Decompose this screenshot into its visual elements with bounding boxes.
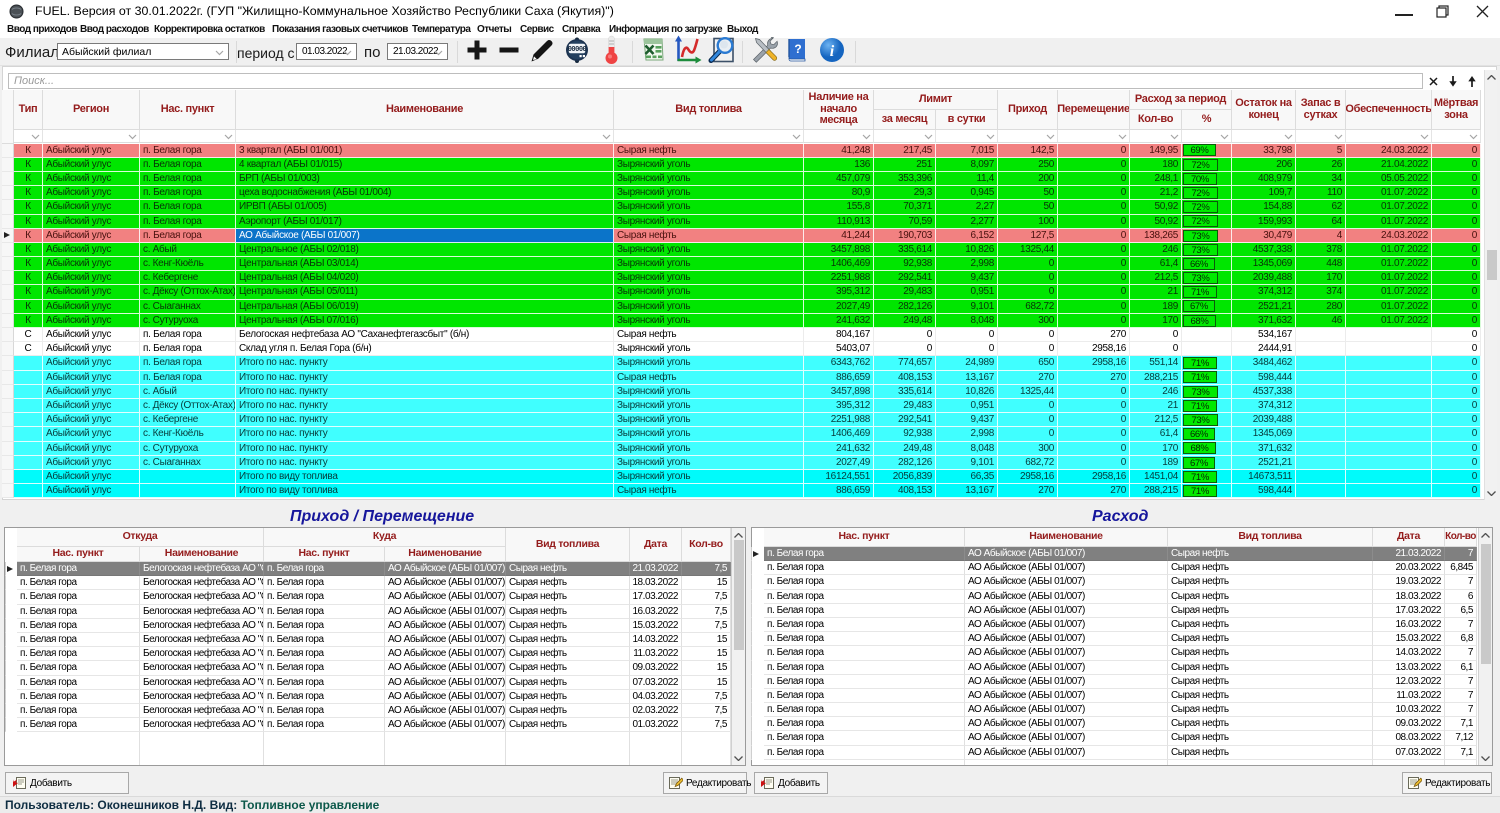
svg-text:00000: 00000	[568, 46, 587, 54]
svg-text:i: i	[830, 43, 835, 60]
svg-text:?: ?	[794, 42, 801, 56]
